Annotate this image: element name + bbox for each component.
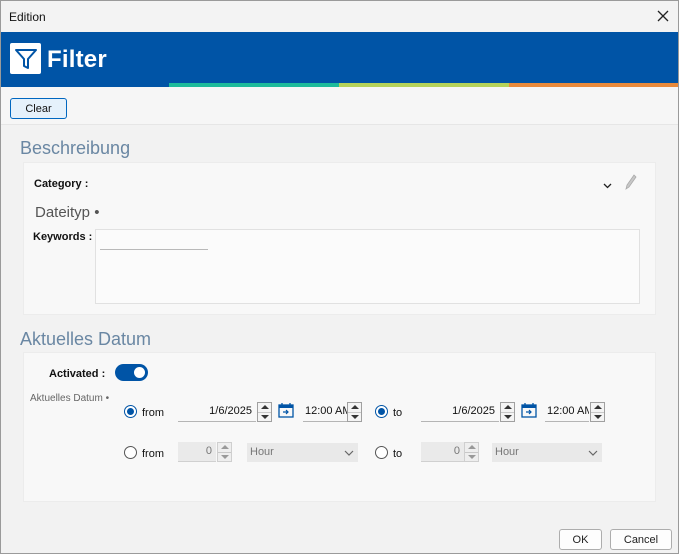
date-section-title: Aktuelles Datum — [20, 329, 152, 349]
banner-title: Filter — [47, 46, 107, 73]
chevron-down-icon[interactable] — [603, 180, 612, 192]
activated-label: Activated : — [49, 368, 106, 380]
clear-button[interactable]: Clear — [10, 98, 67, 119]
to-relative-label: to — [393, 448, 403, 460]
to-date-stepper[interactable] — [500, 402, 515, 422]
to-date-radio[interactable] — [375, 405, 388, 418]
from-unit-select[interactable]: Hour — [247, 443, 358, 462]
description-section-title: Beschreibung — [20, 138, 131, 158]
close-icon[interactable] — [652, 5, 674, 27]
from-relative-input[interactable]: 0 — [178, 442, 216, 462]
from-relative-label: from — [142, 448, 164, 460]
category-label: Category : — [34, 178, 89, 190]
from-relative-radio[interactable] — [124, 446, 137, 459]
calendar-icon[interactable] — [521, 403, 537, 418]
category-value[interactable]: Dateityp • — [35, 204, 99, 221]
from-unit-value: Hour — [250, 446, 274, 458]
to-relative-input[interactable]: 0 — [421, 442, 464, 462]
to-unit-select[interactable]: Hour — [492, 443, 602, 462]
from-date-label: from — [142, 407, 164, 419]
keywords-label: Keywords : — [33, 231, 93, 243]
to-relative-radio[interactable] — [375, 446, 388, 459]
ok-button[interactable]: OK — [559, 529, 602, 550]
keywords-area[interactable] — [95, 229, 640, 304]
filter-icon — [10, 43, 41, 74]
chevron-down-icon — [588, 447, 598, 459]
toolbar — [1, 87, 678, 125]
from-date-input[interactable]: 1/6/2025 — [178, 402, 256, 422]
from-time-stepper[interactable] — [347, 402, 362, 422]
header-banner: Filter — [1, 32, 678, 83]
chevron-down-icon — [344, 447, 354, 459]
keywords-input-line[interactable] — [100, 249, 208, 250]
date-field-label: Aktuelles Datum • — [30, 393, 110, 404]
to-relative-stepper[interactable] — [464, 442, 479, 462]
pencil-icon[interactable] — [625, 174, 637, 193]
to-unit-value: Hour — [495, 446, 519, 458]
window-title: Edition — [9, 10, 46, 24]
to-time-input[interactable]: 12:00 AM — [545, 402, 589, 422]
calendar-icon[interactable] — [278, 403, 294, 418]
from-date-radio[interactable] — [124, 405, 137, 418]
title-bar: Edition — [1, 1, 678, 32]
to-date-label: to — [393, 407, 403, 419]
from-relative-stepper[interactable] — [217, 442, 232, 462]
to-time-stepper[interactable] — [590, 402, 605, 422]
from-date-stepper[interactable] — [257, 402, 272, 422]
to-date-input[interactable]: 1/6/2025 — [421, 402, 499, 422]
cancel-button[interactable]: Cancel — [610, 529, 672, 550]
dialog-window: Edition Filter Clear Beschreibung Catego… — [0, 0, 679, 554]
activated-toggle[interactable] — [115, 364, 148, 381]
from-time-input[interactable]: 12:00 AM — [303, 402, 347, 422]
